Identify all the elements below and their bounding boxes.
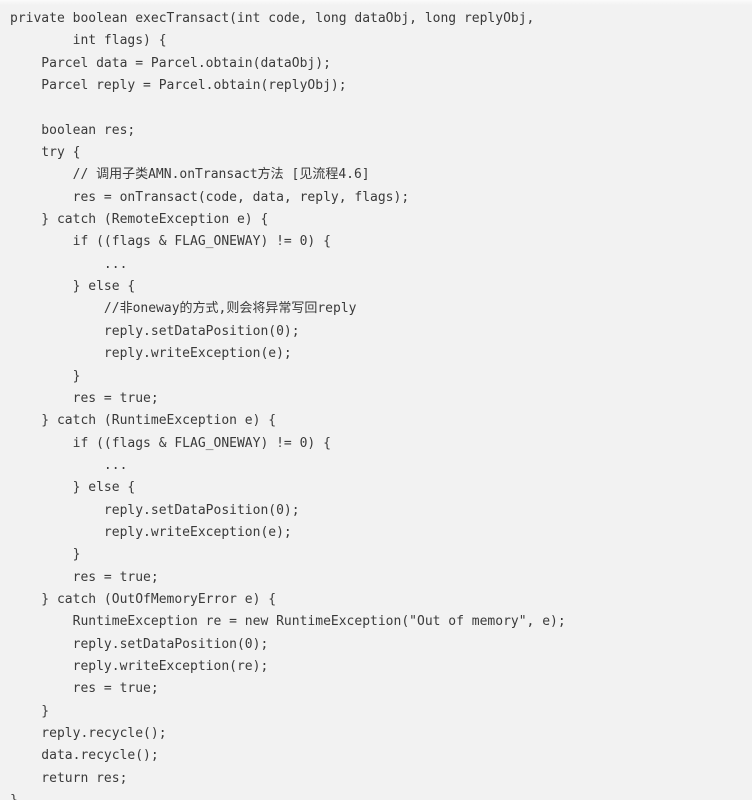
code-line: ...: [10, 256, 128, 272]
code-line: res = true;: [10, 681, 159, 697]
code-line: int flags) {: [10, 33, 167, 49]
code-line: } catch (OutOfMemoryError e) {: [10, 591, 277, 607]
code-line: reply.writeException(re);: [10, 658, 269, 674]
code-block: private boolean execTransact(int code, l…: [10, 8, 752, 800]
code-line: res = true;: [10, 390, 159, 406]
code-line: try {: [10, 145, 81, 161]
code-line: reply.writeException(e);: [10, 346, 292, 362]
code-line: //非oneway的方式,则会将异常写回reply: [10, 301, 357, 317]
code-line: reply.setDataPosition(0);: [10, 636, 269, 652]
code-line: }: [10, 703, 50, 719]
code-line: }: [10, 368, 81, 384]
code-line: Parcel reply = Parcel.obtain(replyObj);: [10, 78, 347, 94]
code-line: res = onTransact(code, data, reply, flag…: [10, 189, 410, 205]
code-line: boolean res;: [10, 122, 136, 138]
code-line: return res;: [10, 770, 128, 786]
code-line: reply.setDataPosition(0);: [10, 323, 300, 339]
code-line: reply.writeException(e);: [10, 524, 292, 540]
code-line: // 调用子类AMN.onTransact方法 [见流程4.6]: [10, 167, 370, 183]
code-line: } else {: [10, 279, 136, 295]
code-line: }: [10, 547, 81, 563]
code-line: Parcel data = Parcel.obtain(dataObj);: [10, 55, 331, 71]
code-line: private boolean execTransact(int code, l…: [10, 11, 535, 26]
code-line: if ((flags & FLAG_ONEWAY) != 0) {: [10, 234, 331, 250]
code-line: reply.setDataPosition(0);: [10, 502, 300, 518]
code-listing-figure: private boolean execTransact(int code, l…: [0, 0, 752, 800]
code-line: res = true;: [10, 569, 159, 585]
code-line: } else {: [10, 480, 136, 496]
code-line: reply.recycle();: [10, 726, 167, 741]
code-line: data.recycle();: [10, 748, 159, 764]
code-line: if ((flags & FLAG_ONEWAY) != 0) {: [10, 435, 331, 451]
code-line: }: [10, 790, 752, 800]
code-line: } catch (RuntimeException e) {: [10, 413, 277, 429]
code-line: } catch (RemoteException e) {: [10, 212, 269, 228]
code-line: RuntimeException re = new RuntimeExcepti…: [10, 614, 566, 630]
code-line: ...: [10, 457, 128, 473]
